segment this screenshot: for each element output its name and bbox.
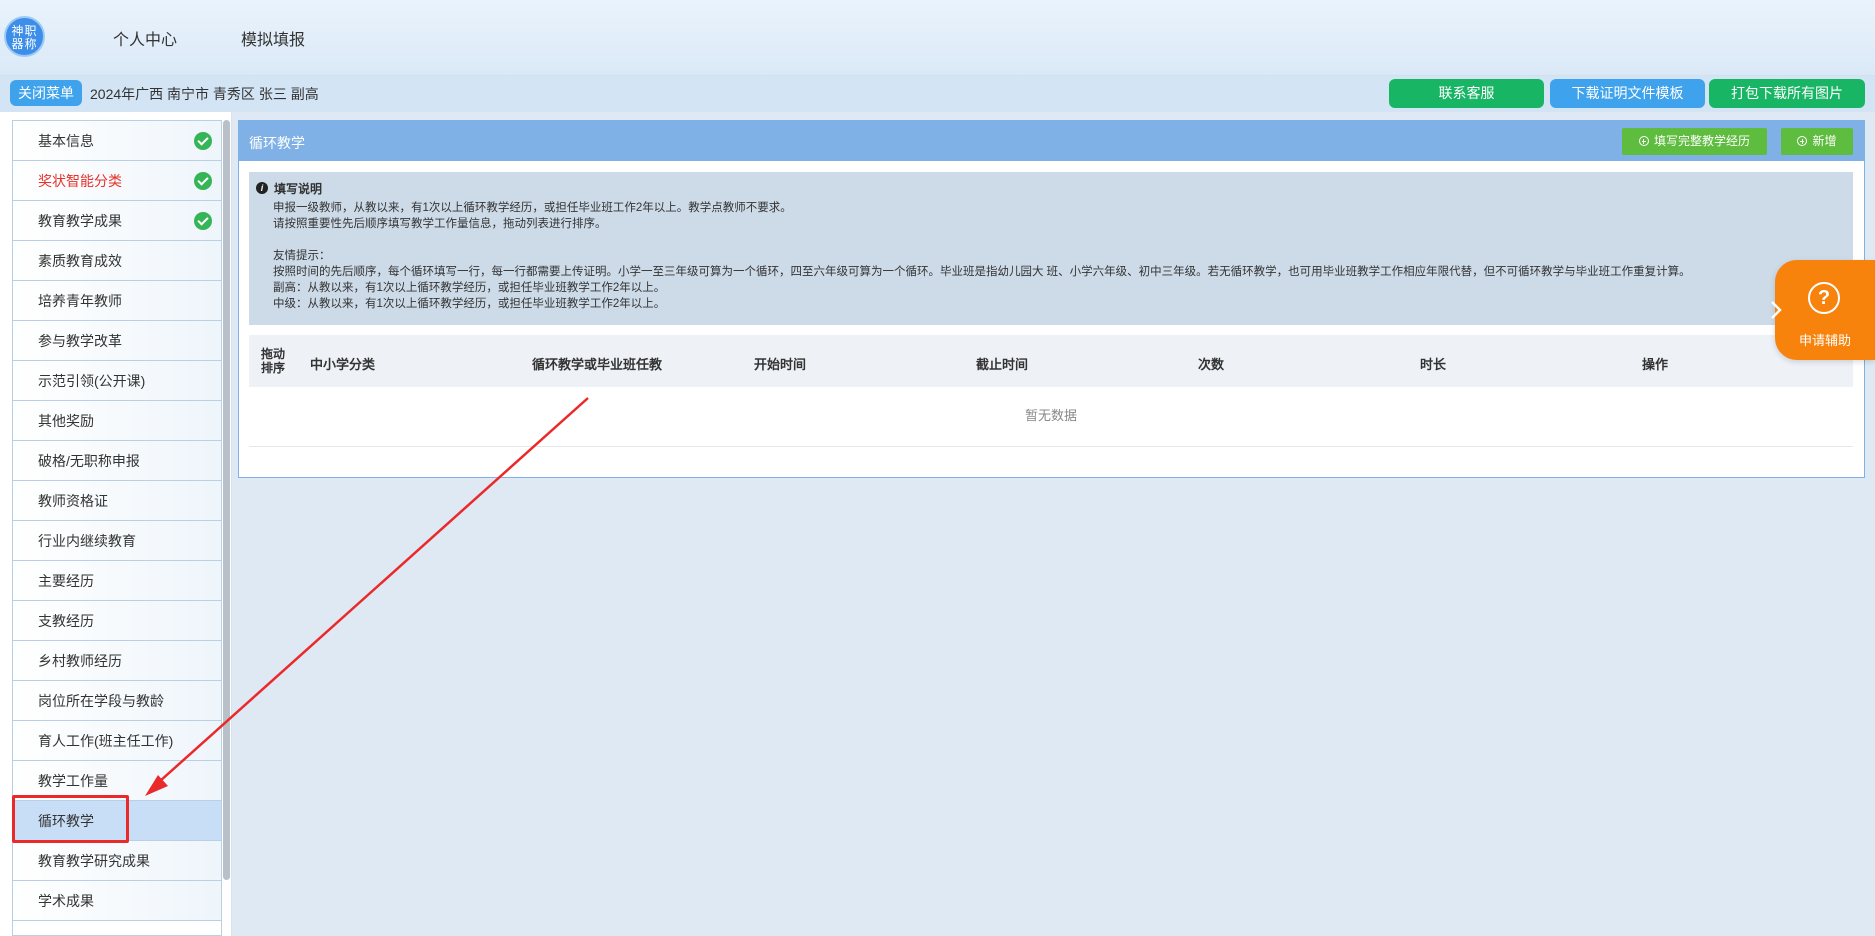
sidebar-item-label: 教育教学成果 — [38, 213, 122, 229]
add-button[interactable]: 新增 — [1781, 128, 1853, 155]
check-circle-icon — [194, 172, 212, 190]
sidebar-item-rural-teacher[interactable]: 乡村教师经历 — [13, 641, 221, 681]
sidebar-item-academic-results[interactable]: 学术成果 — [13, 881, 221, 921]
breadcrumb: 2024年广西 南宁市 青秀区 张三 副高 — [90, 86, 319, 102]
instructions-box: i 填写说明 申报一级教师，从教以来，有1次以上循环教学经历，或担任毕业班工作2… — [249, 172, 1853, 325]
instruction-line: 中级：从教以来，有1次以上循环教学经历，或担任毕业班教学工作2年以上。 — [273, 298, 666, 310]
sidebar-item-teaching-results[interactable]: 教育教学成果 — [13, 201, 221, 241]
column-cyclic-or-graduating: 循环教学或毕业班任教 — [532, 357, 663, 372]
button-label: 新增 — [1812, 134, 1837, 148]
table-header: 拖动 排序 中小学分类 循环教学或毕业班任教 开始时间 截止时间 次数 时长 操作 — [249, 335, 1853, 387]
column-actions: 操作 — [1642, 357, 1669, 372]
plus-circle-icon — [1797, 136, 1808, 146]
sidebar-item-teacher-certificate[interactable]: 教师资格证 — [13, 481, 221, 521]
instruction-line: 副高：从教以来，有1次以上循环教学经历，或担任毕业班教学工作2年以上。 — [273, 282, 666, 294]
sidebar-item-head-teacher-work[interactable]: 育人工作(班主任工作) — [13, 721, 221, 761]
sidebar-item-continuing-education[interactable]: 行业内继续教育 — [13, 521, 221, 561]
download-template-button[interactable]: 下载证明文件模板 — [1550, 79, 1705, 108]
top-bar: 神职器称 个人中心 模拟填报 — [0, 0, 1875, 76]
sidebar-item-other-awards[interactable]: 其他奖励 — [13, 401, 221, 441]
sidebar-item-position-seniority[interactable]: 岗位所在学段与教龄 — [13, 681, 221, 721]
column-start-time: 开始时间 — [754, 357, 807, 372]
column-duration: 时长 — [1420, 357, 1447, 372]
sidebar-item-quality-education[interactable]: 素质教育成效 — [13, 241, 221, 281]
app-logo[interactable]: 神职器称 — [4, 16, 45, 57]
sidebar-item-teaching-reform[interactable]: 参与教学改革 — [13, 321, 221, 361]
download-all-images-button[interactable]: 打包下载所有图片 — [1709, 79, 1865, 108]
sidebar-item-exceptional-application[interactable]: 破格/无职称申报 — [13, 441, 221, 481]
sidebar-item-teaching-research[interactable]: 教育教学研究成果 — [13, 841, 221, 881]
fill-complete-experience-button[interactable]: 填写完整教学经历 — [1622, 128, 1767, 155]
info-icon: i — [256, 182, 268, 194]
chevron-right-icon[interactable] — [1770, 300, 1782, 320]
sidebar-item-train-young-teachers[interactable]: 培养青年教师 — [13, 281, 221, 321]
question-icon: ? — [1808, 282, 1840, 314]
sidebar-item-award-classification[interactable]: 奖状智能分类 — [13, 161, 221, 201]
column-school-category: 中小学分类 — [310, 357, 376, 372]
instruction-line: 友情提示： — [273, 250, 331, 262]
instruction-line: 按照时间的先后顺序，每个循环填写一行，每一行都需要上传证明。小学一至三年级可算为… — [273, 266, 1691, 278]
column-end-time: 截止时间 — [976, 357, 1029, 372]
nav-simulated-fill[interactable]: 模拟填报 — [241, 26, 305, 50]
sidebar-item-label: 奖状智能分类 — [38, 173, 122, 189]
close-menu-button[interactable]: 关闭菜单 — [10, 80, 82, 106]
nav-personal-center[interactable]: 个人中心 — [113, 26, 177, 50]
check-circle-icon — [194, 132, 212, 150]
annotation-highlight-box — [12, 795, 129, 843]
button-label: 填写完整教学经历 — [1653, 134, 1750, 148]
sidebar-item-label: 基本信息 — [38, 133, 94, 149]
sidebar-item-support-teaching[interactable]: 支教经历 — [13, 601, 221, 641]
contact-support-button[interactable]: 联系客服 — [1389, 79, 1544, 108]
column-count: 次数 — [1198, 357, 1225, 372]
panel-header: 循环教学 填写完整教学经历 新增 — [239, 121, 1864, 161]
table-empty-state: 暂无数据 — [249, 387, 1853, 447]
sidebar-scrollbar[interactable] — [223, 120, 230, 880]
plus-circle-icon — [1638, 136, 1649, 146]
sidebar-item-basic-info[interactable]: 基本信息 — [13, 121, 221, 161]
sidebar-item-open-class[interactable]: 示范引领(公开课) — [13, 361, 221, 401]
panel-title: 循环教学 — [249, 135, 305, 151]
apply-assist-widget[interactable]: ? 申请辅助 — [1775, 260, 1875, 360]
instruction-line: 请按照重要性先后顺序填写教学工作量信息，拖动列表进行排序。 — [273, 218, 607, 230]
instructions-title: 填写说明 — [274, 182, 323, 196]
column-drag-sort: 拖动 排序 — [261, 347, 286, 375]
cyclic-teaching-panel: 循环教学 填写完整教学经历 新增 i 填写说明 申报一级教师，从教以来，有1次以… — [238, 120, 1865, 478]
apply-assist-label: 申请辅助 — [1798, 333, 1851, 348]
instruction-line: 申报一级教师，从教以来，有1次以上循环教学经历，或担任毕业班工作2年以上。教学点… — [273, 202, 792, 214]
sidebar-item-main-experience[interactable]: 主要经历 — [13, 561, 221, 601]
check-circle-icon — [194, 212, 212, 230]
